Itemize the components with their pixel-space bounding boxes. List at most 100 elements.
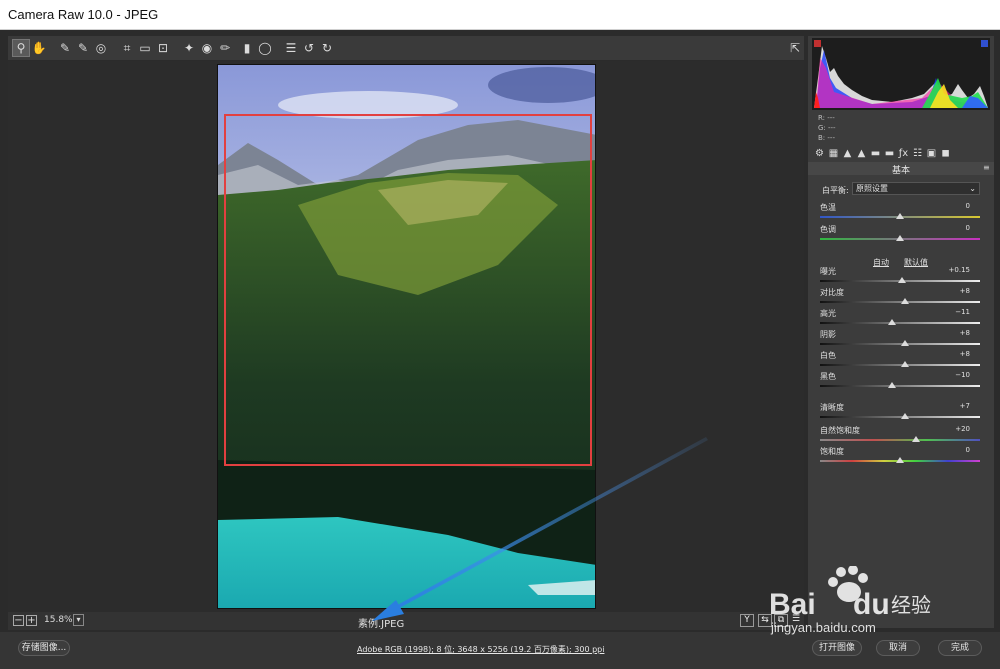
- slider-thumb[interactable]: [900, 361, 909, 367]
- slider-row: 自然饱和度 +20: [820, 425, 980, 447]
- slider-label: 色温: [820, 203, 836, 212]
- slider-row: 色调 0: [820, 224, 980, 246]
- slider-thumb[interactable]: [897, 277, 906, 283]
- lens-tab-icon[interactable]: ▬: [884, 148, 895, 159]
- slider-row: 饱和度 0: [820, 446, 980, 468]
- color-sampler-tool-icon[interactable]: ✎: [74, 39, 92, 57]
- crop-tool-icon[interactable]: ⌗: [118, 39, 136, 57]
- cancel-button[interactable]: 取消: [876, 640, 920, 656]
- slider-value[interactable]: +20: [955, 425, 970, 433]
- slider-thumb[interactable]: [888, 319, 896, 325]
- slider-thumb[interactable]: [900, 413, 909, 419]
- slider-row: 清晰度 +7: [820, 402, 980, 424]
- radial-filter-icon[interactable]: ◯: [256, 39, 274, 57]
- basic-tab-icon[interactable]: ⚙: [814, 148, 825, 159]
- slider-label: 对比度: [820, 288, 844, 297]
- slider-thumb[interactable]: [900, 298, 909, 304]
- preferences-icon[interactable]: ☰: [282, 39, 300, 57]
- adjustment-brush-icon[interactable]: ✏: [216, 39, 234, 57]
- slider-label: 白色: [820, 351, 836, 360]
- presets-tab-icon[interactable]: ▣: [926, 148, 937, 159]
- hand-tool-icon[interactable]: ✋: [30, 39, 48, 57]
- slider-value[interactable]: 0: [966, 202, 970, 210]
- slider-label: 阴影: [820, 330, 836, 339]
- copy-settings-icon[interactable]: ⧉: [774, 614, 788, 627]
- adjustment-panel: R: --- G: --- B: --- ⚙ ▦ ▲ ▲ ▬ ▬ ƒx ☷ ▣ ◼ 基本 ≡ 白平…: [808, 36, 994, 628]
- effects-tab-icon[interactable]: ƒx: [898, 148, 909, 159]
- spot-removal-tool-icon[interactable]: ✦: [180, 39, 198, 57]
- hsl-tab-icon[interactable]: ▲: [856, 148, 867, 159]
- transform-tool-icon[interactable]: ⊡: [154, 39, 172, 57]
- fullscreen-icon[interactable]: ⇱: [786, 39, 804, 57]
- done-button[interactable]: 完成: [938, 640, 982, 656]
- slider-value[interactable]: 0: [966, 446, 970, 454]
- before-after-view-button[interactable]: Y: [740, 614, 754, 627]
- split-toning-tab-icon[interactable]: ▬: [870, 148, 881, 159]
- rotate-right-icon[interactable]: ↻: [318, 39, 336, 57]
- slider-thumb[interactable]: [912, 436, 920, 442]
- targeted-adjust-tool-icon[interactable]: ◎: [92, 39, 110, 57]
- snapshots-tab-icon[interactable]: ◼: [940, 148, 951, 159]
- slider-value[interactable]: 0: [966, 224, 970, 232]
- shadow-clipping-indicator[interactable]: [814, 40, 821, 47]
- white-balance-value: 原照设置: [856, 184, 888, 193]
- slider-row: 对比度 +8: [820, 287, 980, 309]
- panel-header: 基本 ≡: [808, 162, 994, 176]
- calibration-tab-icon[interactable]: ☷: [912, 148, 923, 159]
- rgb-readout: R: --- G: --- B: ---: [818, 113, 836, 143]
- slider-row: 高光 −11: [820, 308, 980, 330]
- highlight-clipping-indicator[interactable]: [981, 40, 988, 47]
- slider-track[interactable]: [820, 385, 980, 387]
- window-title: Camera Raw 10.0 - JPEG: [8, 7, 159, 22]
- slider-value[interactable]: +8: [960, 350, 970, 358]
- slider-value[interactable]: −11: [955, 308, 970, 316]
- panel-title: 基本: [891, 166, 910, 176]
- zoom-level: 15.8%: [44, 615, 73, 625]
- panel-menu-icon[interactable]: ≡: [983, 164, 991, 172]
- white-balance-tool-icon[interactable]: ✎: [56, 39, 74, 57]
- filename-label: 素例.JPEG: [358, 619, 405, 630]
- title-bar: Camera Raw 10.0 - JPEG: [0, 0, 1000, 30]
- white-balance-label: 白平衡:: [822, 186, 849, 195]
- zoom-out-button[interactable]: −: [13, 615, 24, 626]
- zoom-tool-icon[interactable]: ⚲: [12, 39, 30, 57]
- save-image-button[interactable]: 存储图像...: [18, 640, 70, 656]
- workflow-options-link[interactable]: Adobe RGB (1998); 8 位; 3648 x 5256 (19.2…: [357, 644, 604, 655]
- graduated-filter-icon[interactable]: ▮: [238, 39, 256, 57]
- slider-label: 曝光: [820, 267, 836, 276]
- slider-label: 高光: [820, 309, 836, 318]
- zoom-in-button[interactable]: +: [26, 615, 37, 626]
- zoom-dropdown[interactable]: ▾: [73, 614, 84, 626]
- slider-label: 饱和度: [820, 447, 844, 456]
- rotate-left-icon[interactable]: ↺: [300, 39, 318, 57]
- rgb-r-value: R: ---: [818, 114, 835, 122]
- slider-value[interactable]: +7: [960, 402, 970, 410]
- slider-thumb[interactable]: [888, 382, 896, 388]
- straighten-tool-icon[interactable]: ▭: [136, 39, 154, 57]
- camera-raw-window: Camera Raw 10.0 - JPEG ⇱ ⚲ ✋ ✎ ✎ ◎ ⌗ ▭ ⊡ ✦ ◉ ✏ ▮ ◯ ☰ ↺…: [0, 0, 1000, 669]
- slider-track[interactable]: [820, 439, 980, 441]
- detail-tab-icon[interactable]: ▲: [842, 148, 853, 159]
- slider-label: 自然饱和度: [820, 426, 860, 435]
- slider-value[interactable]: +0.15: [949, 266, 970, 274]
- slider-value[interactable]: −10: [955, 371, 970, 379]
- slider-row: 色温 0: [820, 202, 980, 224]
- toggle-settings-icon[interactable]: ☰: [789, 614, 803, 627]
- canvas-status-bar: − + 15.8% ▾ 素例.JPEG Y ⇆ ⧉ ☰: [8, 612, 804, 630]
- slider-thumb[interactable]: [896, 213, 904, 219]
- slider-value[interactable]: +8: [960, 287, 970, 295]
- swap-before-after-icon[interactable]: ⇆: [758, 614, 772, 627]
- slider-row: 白色 +8: [820, 350, 980, 372]
- slider-value[interactable]: +8: [960, 329, 970, 337]
- slider-track[interactable]: [820, 322, 980, 324]
- tone-curve-tab-icon[interactable]: ▦: [828, 148, 839, 159]
- slider-label: 色调: [820, 225, 836, 234]
- slider-thumb[interactable]: [900, 340, 909, 346]
- slider-thumb[interactable]: [896, 235, 904, 241]
- open-image-button[interactable]: 打开图像: [812, 640, 862, 656]
- red-eye-tool-icon[interactable]: ◉: [198, 39, 216, 57]
- toolbar: ⇱ ⚲ ✋ ✎ ✎ ◎ ⌗ ▭ ⊡ ✦ ◉ ✏ ▮ ◯ ☰ ↺ ↻: [8, 36, 804, 60]
- slider-row: 黑色 −10: [820, 371, 980, 393]
- white-balance-select[interactable]: 原照设置 ⌄: [852, 182, 980, 195]
- slider-thumb[interactable]: [896, 457, 904, 463]
